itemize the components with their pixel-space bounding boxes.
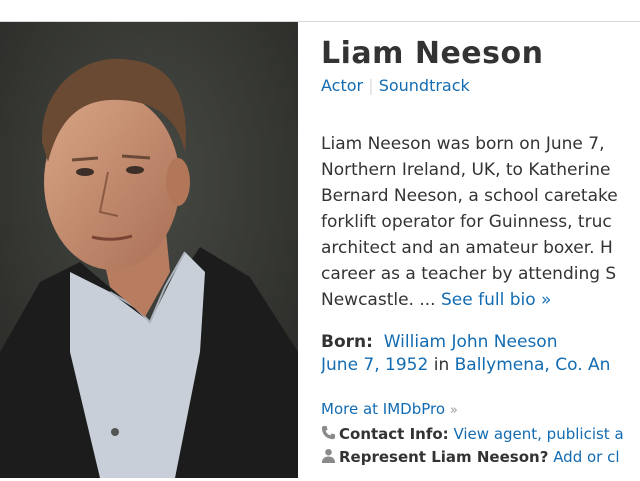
- profile-photo-image: [0, 22, 298, 478]
- contact-info-row: Contact Info: View agent, publicist a: [321, 425, 624, 444]
- birth-name-link[interactable]: William John Neeson: [384, 332, 558, 352]
- job-actor-link[interactable]: Actor: [321, 76, 363, 95]
- see-full-bio-link[interactable]: See full bio »: [441, 290, 551, 310]
- person-icon: [321, 448, 339, 467]
- person-name: Liam Neeson: [321, 36, 544, 71]
- bio-summary: Liam Neeson was born on June 7, Northern…: [321, 131, 618, 313]
- job-categories: Actor | Soundtrack: [321, 76, 470, 95]
- contact-info-link[interactable]: View agent, publicist a: [453, 425, 623, 443]
- born-in-text: in: [433, 355, 450, 375]
- bio-line: Northern Ireland, UK, to Katherine: [321, 160, 611, 180]
- more-at-imdbpro-link[interactable]: More at IMDbPro: [321, 400, 445, 418]
- phone-icon: [321, 425, 339, 444]
- contact-info-label: Contact Info:: [339, 425, 449, 443]
- profile-photo[interactable]: [0, 22, 298, 478]
- imdbpro-link-row[interactable]: More at IMDbPro »: [321, 400, 458, 418]
- job-separator: |: [368, 76, 374, 95]
- represent-link[interactable]: Add or cl: [553, 448, 619, 466]
- birth-place-link[interactable]: Ballymena, Co. An: [455, 355, 611, 375]
- bio-line: Bernard Neeson, a school caretake: [321, 186, 618, 206]
- bio-line: architect and an amateur boxer. H: [321, 238, 613, 258]
- born-label: Born:: [321, 332, 373, 352]
- bio-line: Liam Neeson was born on June 7,: [321, 134, 605, 154]
- chevron-right-icon: »: [449, 403, 458, 418]
- job-soundtrack-link[interactable]: Soundtrack: [379, 76, 470, 95]
- represent-row: Represent Liam Neeson? Add or cl: [321, 448, 620, 467]
- born-section: Born: William John Neeson June 7, 1952 i…: [321, 331, 610, 377]
- bio-line-last: Newcastle. ... See full bio »: [321, 287, 618, 313]
- info-panel: Liam Neeson Actor | Soundtrack Liam Nees…: [321, 0, 640, 481]
- represent-label: Represent Liam Neeson?: [339, 448, 549, 466]
- bio-line: forklift operator for Guinness, truc: [321, 212, 612, 232]
- birth-date-link[interactable]: June 7, 1952: [321, 355, 428, 375]
- bio-line-text: Newcastle. ...: [321, 290, 441, 310]
- bio-line: career as a teacher by attending S: [321, 264, 617, 284]
